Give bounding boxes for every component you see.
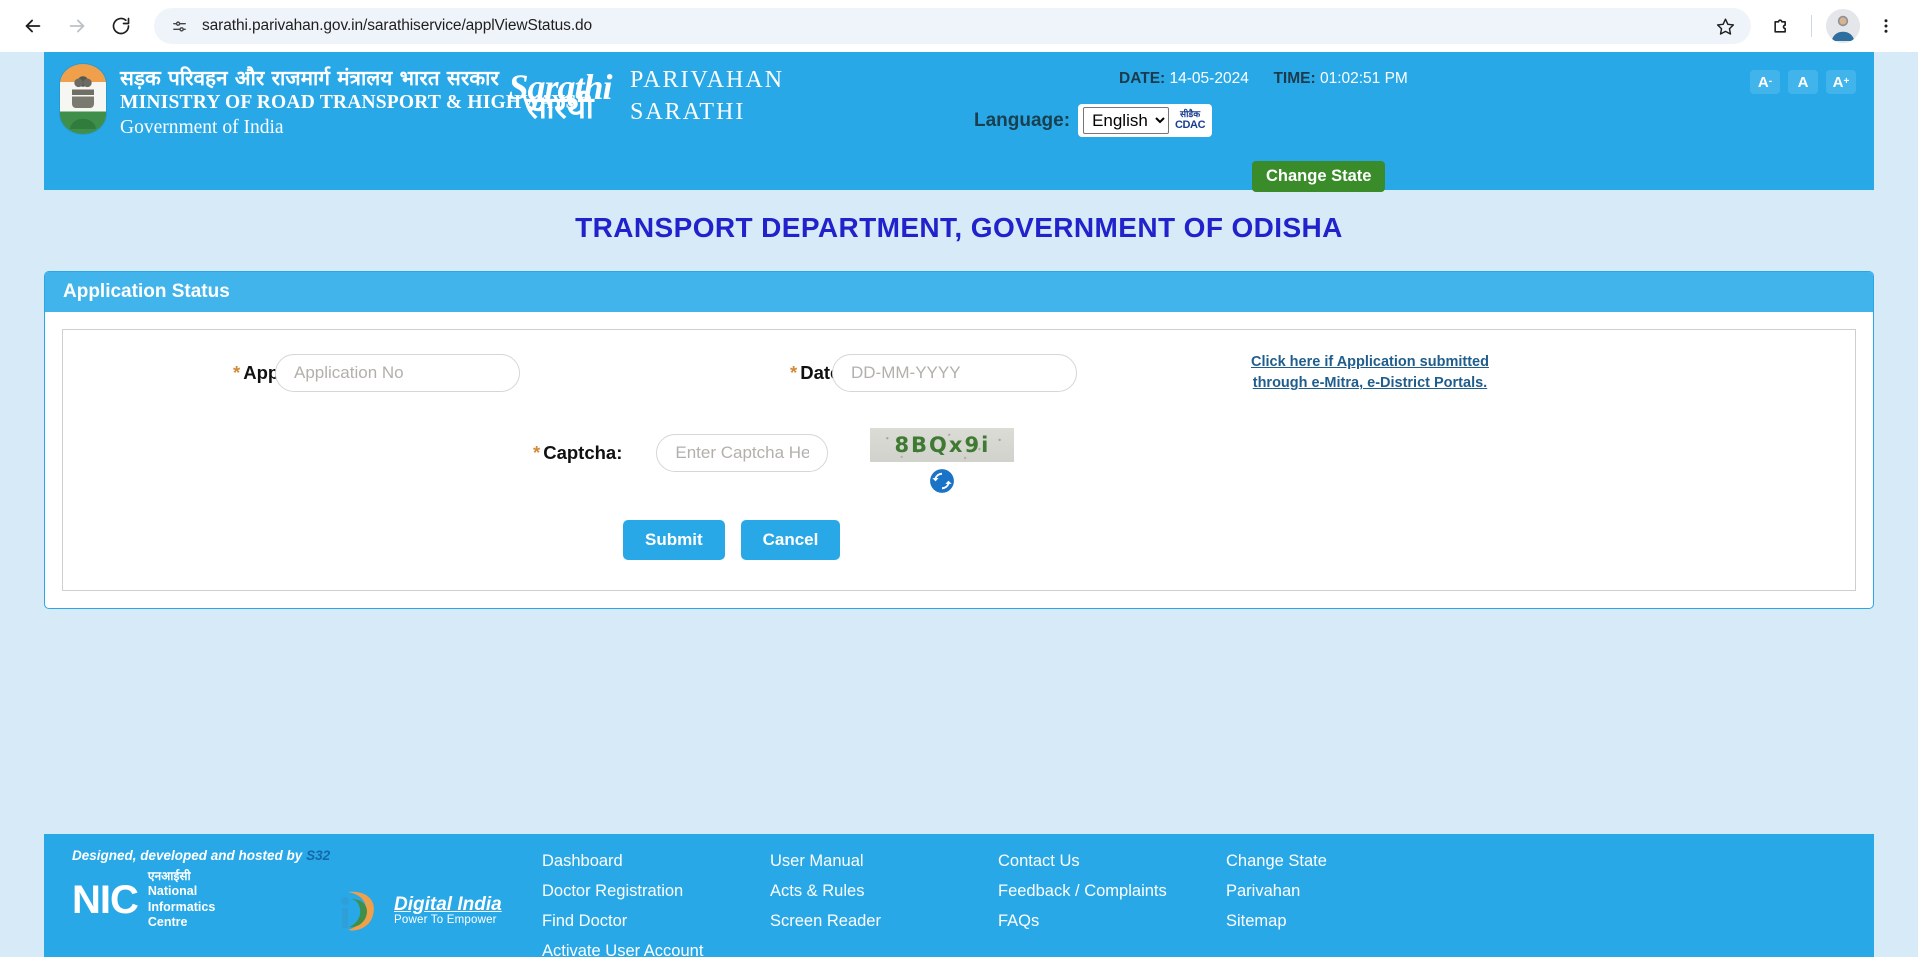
footer-link-faqs[interactable]: FAQs	[998, 912, 1226, 931]
extensions-icon[interactable]	[1763, 8, 1799, 44]
digital-india-mark-icon	[341, 891, 374, 930]
footer-column-2: User Manual Acts & Rules Screen Reader	[770, 852, 998, 957]
font-increase-label: A	[1832, 73, 1844, 91]
captcha-input[interactable]	[656, 434, 829, 473]
toolbar-divider	[1811, 15, 1812, 37]
footer-branding: Designed, developed and hosted by S32 NI…	[72, 848, 542, 957]
captcha-refresh-icon[interactable]	[929, 468, 955, 494]
required-marker: *	[533, 442, 541, 464]
time-label: TIME:	[1273, 70, 1316, 87]
ministry-branding: सड़क परिवहन और राजमार्ग मंत्रालय भारत सर…	[60, 64, 577, 141]
back-button[interactable]	[14, 7, 52, 45]
captcha-image-group: 8BQx9i	[870, 428, 1015, 494]
datetime-display: DATE: 14-05-2024 TIME: 01:02:51 PM	[1119, 70, 1408, 88]
application-number-input[interactable]	[275, 354, 520, 393]
footer-link-activate-user-account[interactable]: Activate User Account	[542, 942, 770, 957]
application-number-field: *Application Number:	[233, 354, 520, 393]
sarathi-logo-icon: Sarathi सारथी	[504, 68, 616, 123]
cdac-english: CDAC	[1174, 118, 1206, 131]
hosted-by-org: S32	[306, 848, 331, 863]
footer-link-acts-rules[interactable]: Acts & Rules	[770, 882, 998, 901]
captcha-field: * Captcha:	[533, 428, 829, 473]
footer-column-1: Dashboard Doctor Registration Find Docto…	[542, 852, 770, 957]
digital-india-logo-icon: Digital India Power To Empower	[332, 848, 502, 957]
font-increase-button[interactable]: A +	[1826, 70, 1856, 94]
hosted-by-prefix: Designed, developed and hosted by	[72, 848, 303, 863]
brand-sarathi: SARATHI	[630, 99, 746, 126]
change-state-button[interactable]: Change State	[1252, 161, 1386, 192]
bookmark-star-icon[interactable]	[1709, 10, 1741, 42]
address-bar[interactable]: sarathi.parivahan.gov.in/sarathiservice/…	[154, 8, 1751, 44]
emitra-link-line2: through e-Mitra, e-District Portals.	[1252, 375, 1488, 392]
font-decrease-label: A	[1757, 73, 1769, 91]
sarathi-branding: Sarathi सारथी PARIVAHAN SARATHI	[504, 64, 784, 129]
chrome-menu-icon[interactable]	[1868, 8, 1904, 44]
browser-toolbar: sarathi.parivahan.gov.in/sarathiservice/…	[0, 0, 1918, 52]
nic-line2: Informatics	[147, 899, 216, 914]
captcha-label-text: Captcha:	[543, 442, 623, 464]
date-value: 14-05-2024	[1169, 70, 1249, 87]
footer-link-feedback-complaints[interactable]: Feedback / Complaints	[998, 882, 1226, 901]
form-actions: Submit Cancel	[63, 520, 1855, 561]
language-selector-group: Language: English सीडैक CDAC	[974, 104, 1213, 137]
reload-button[interactable]	[102, 7, 140, 45]
captcha-label: * Captcha:	[533, 442, 622, 464]
font-increase-sup: +	[1843, 76, 1850, 87]
submit-button[interactable]: Submit	[623, 520, 725, 561]
page-title: TRANSPORT DEPARTMENT, GOVERNMENT OF ODIS…	[575, 212, 1343, 243]
footer-column-4: Change State Parivahan Sitemap	[1226, 852, 1454, 957]
footer-link-contact-us[interactable]: Contact Us	[998, 852, 1226, 871]
cancel-button[interactable]: Cancel	[740, 520, 841, 561]
font-decrease-button[interactable]: A-	[1750, 70, 1780, 94]
profile-avatar[interactable]	[1826, 9, 1860, 43]
footer-link-screen-reader[interactable]: Screen Reader	[770, 912, 998, 931]
footer-link-change-state[interactable]: Change State	[1226, 852, 1454, 871]
cdac-logo-icon: सीडैक CDAC	[1173, 110, 1207, 131]
brand-parivahan: PARIVAHAN	[630, 67, 785, 93]
emitra-application-link[interactable]: Click here if Application submitted thro…	[1251, 352, 1489, 394]
application-status-panel: Application Status *Application Number: …	[44, 271, 1874, 610]
panel-heading: Application Status	[45, 272, 1873, 312]
form-row-captcha: *Captcha: 8BQx9i	[63, 428, 1855, 494]
forward-button[interactable]	[58, 7, 96, 45]
footer-link-user-manual[interactable]: User Manual	[770, 852, 998, 871]
footer-link-dashboard[interactable]: Dashboard	[542, 852, 770, 871]
date-of-birth-input[interactable]	[832, 354, 1077, 393]
footer-link-sitemap[interactable]: Sitemap	[1226, 912, 1454, 931]
nic-line3: Centre	[147, 914, 188, 929]
time-value: 01:02:51 PM	[1319, 70, 1408, 87]
site-footer: Designed, developed and hosted by S32 NI…	[44, 834, 1874, 957]
font-normal-button[interactable]: A	[1788, 70, 1818, 94]
digital-india-subtitle: Power To Empower	[394, 914, 497, 927]
footer-link-parivahan[interactable]: Parivahan	[1226, 882, 1454, 901]
url-text: sarathi.parivahan.gov.in/sarathiservice/…	[202, 17, 593, 34]
language-select[interactable]: English	[1083, 107, 1170, 134]
emitra-link-line1: Click here if Application submitted	[1251, 354, 1489, 370]
required-marker: *	[790, 362, 798, 384]
site-settings-icon[interactable]	[166, 13, 192, 39]
application-status-form: *Application Number: *Date of Birth: Cli…	[62, 329, 1856, 592]
font-size-controls: A- A A +	[1750, 70, 1856, 94]
language-label: Language:	[974, 109, 1071, 131]
site-header: सड़क परिवहन और राजमार्ग मंत्रालय भारत सर…	[44, 52, 1874, 192]
hosted-by-text: Designed, developed and hosted by S32	[72, 848, 332, 863]
page-content: सड़क परिवहन और राजमार्ग मंत्रालय भारत सर…	[0, 52, 1918, 957]
nic-letters: NIC	[72, 877, 139, 922]
captcha-image: 8BQx9i	[870, 428, 1015, 463]
national-emblem-icon	[60, 64, 106, 134]
date-label: DATE:	[1119, 70, 1166, 87]
form-row-identity: *Application Number: *Date of Birth: Cli…	[63, 352, 1855, 394]
font-decrease-sup: -	[1768, 76, 1773, 87]
nic-logo-icon: NIC एनआईसी National Informatics Centre	[72, 869, 332, 930]
footer-column-3: Contact Us Feedback / Complaints FAQs	[998, 852, 1226, 957]
required-marker: *	[233, 362, 241, 384]
digital-india-title: Digital India	[394, 893, 502, 915]
nic-hindi: एनआईसी	[147, 869, 191, 883]
footer-link-find-doctor[interactable]: Find Doctor	[542, 912, 770, 931]
footer-link-columns: Dashboard Doctor Registration Find Docto…	[542, 848, 1846, 957]
nic-line1: National	[147, 884, 198, 899]
date-of-birth-field: *Date of Birth:	[790, 354, 1077, 393]
footer-link-doctor-registration[interactable]: Doctor Registration	[542, 882, 770, 901]
